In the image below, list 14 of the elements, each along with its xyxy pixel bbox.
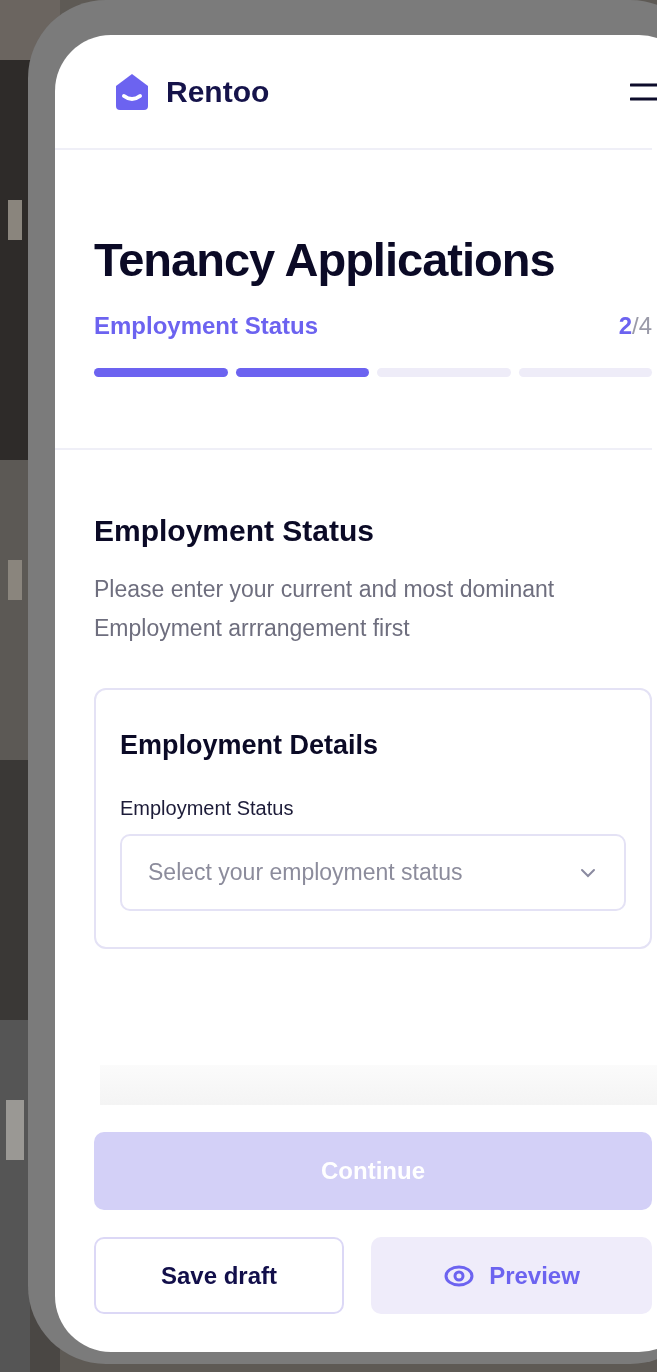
section-title: Employment Status — [94, 514, 376, 548]
chevron-down-icon — [580, 867, 596, 878]
page-title: Tenancy Applications — [94, 232, 556, 288]
field-label: Employment Status — [120, 797, 295, 820]
eye-icon — [443, 1263, 476, 1288]
brand-name: Rentoo — [166, 74, 270, 109]
step-label: Employment Status — [94, 312, 319, 340]
menu-icon[interactable] — [630, 81, 657, 102]
step-counter: 2/4 — [618, 312, 652, 340]
card-title: Employment Details — [120, 730, 380, 761]
save-draft-button[interactable]: Save draft — [94, 1237, 344, 1314]
employment-status-select[interactable]: Select your employment status — [120, 834, 626, 911]
preview-button[interactable]: Preview — [371, 1237, 652, 1314]
section-description: Please enter your current and most dominant Employment arrrangement first — [94, 575, 556, 643]
